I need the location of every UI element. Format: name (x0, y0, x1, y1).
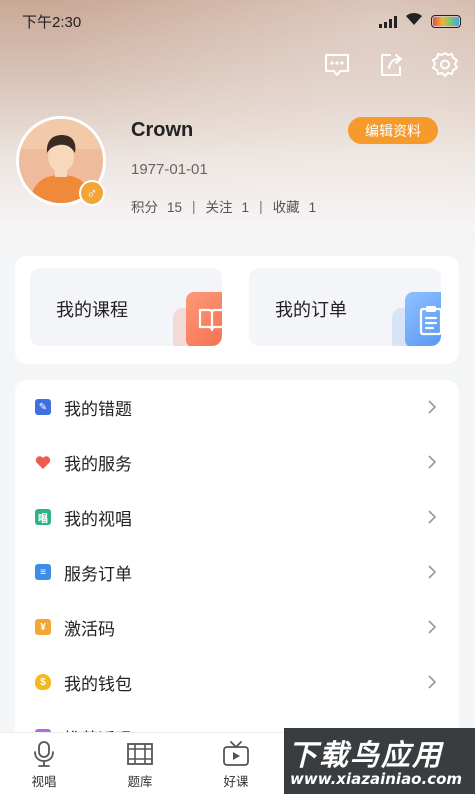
status-time: 下午2:30 (22, 14, 82, 31)
gender-male-icon: ♂ (79, 180, 105, 206)
tab-good-courses[interactable]: 好课 (206, 739, 266, 790)
username: Crown (131, 119, 194, 141)
chevron-right-icon (428, 675, 437, 689)
signal-icon (379, 15, 397, 28)
profile-stats: 积分 15 | 关注 1 | 收藏 1 (131, 196, 316, 216)
menu-item-my-services[interactable]: 我的服务 (15, 435, 459, 490)
wallet-icon: $ (35, 674, 51, 690)
my-orders-label: 我的订单 (275, 300, 347, 320)
my-courses-label: 我的课程 (56, 300, 128, 320)
status-bar: 下午2:30 (0, 0, 475, 40)
birthday: 1977-01-01 (131, 161, 208, 178)
tab-question-bank[interactable]: 题库 (110, 739, 170, 790)
chevron-right-icon (428, 565, 437, 579)
wrong-questions-icon: ✎ (35, 399, 51, 415)
wifi-icon (405, 12, 423, 31)
stat-following[interactable]: 关注 1 (206, 196, 250, 216)
menu-item-sight-singing[interactable]: 唱 我的视唱 (15, 490, 459, 545)
shortcuts-panel: 我的课程 我的订单 (15, 256, 459, 364)
chevron-right-icon (428, 620, 437, 634)
activation-code-icon: ¥ (35, 619, 51, 635)
menu-item-wrong-questions[interactable]: ✎ 我的错题 (15, 380, 459, 435)
sight-singing-icon: 唱 (35, 509, 51, 525)
tab-sight-singing[interactable]: 视唱 (14, 739, 74, 790)
chevron-right-icon (428, 455, 437, 469)
chevron-right-icon (428, 400, 437, 414)
my-courses-card[interactable]: 我的课程 (30, 268, 222, 346)
battery-icon (431, 15, 461, 28)
stat-favorites[interactable]: 收藏 1 (273, 196, 317, 216)
watermark-url: www.xiazainiao.com (290, 770, 463, 788)
stat-points[interactable]: 积分 15 (131, 196, 182, 216)
book-icon (186, 292, 222, 346)
watermark: 下载鸟应用 www.xiazainiao.com (284, 728, 475, 794)
watermark-title: 下载鸟应用 (288, 738, 444, 772)
video-course-icon (206, 739, 266, 769)
message-icon[interactable] (321, 49, 353, 81)
question-bank-icon (110, 739, 170, 769)
microphone-icon (14, 739, 74, 769)
menu-item-activation-code[interactable]: ¥ 激活码 (15, 600, 459, 655)
menu-item-service-orders[interactable]: ≡ 服务订单 (15, 545, 459, 600)
share-icon[interactable] (375, 49, 407, 81)
settings-gear-icon[interactable] (429, 49, 461, 81)
chevron-right-icon (428, 510, 437, 524)
top-actions (321, 49, 461, 81)
edit-profile-button[interactable]: 编辑资料 (348, 117, 438, 144)
menu-item-wallet[interactable]: $ 我的钱包 (15, 655, 459, 710)
clipboard-icon (405, 292, 441, 346)
status-icons (379, 12, 461, 31)
document-icon: ≡ (35, 564, 51, 580)
heart-service-icon (35, 454, 51, 470)
my-orders-card[interactable]: 我的订单 (249, 268, 441, 346)
menu-list: ✎ 我的错题 我的服务 唱 我的视唱 ≡ 服务订单 ¥ 激活码 $ 我的钱包 ▤… (15, 380, 459, 740)
